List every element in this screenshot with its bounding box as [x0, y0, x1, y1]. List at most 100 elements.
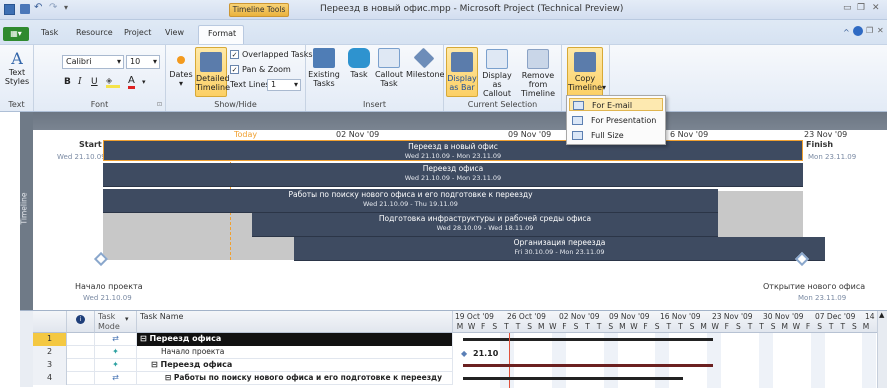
- group-text-label: Text: [8, 100, 25, 109]
- gantt-summary-bar[interactable]: [463, 338, 713, 341]
- task-label: Task: [350, 70, 368, 79]
- task-name-cell[interactable]: ⊟ Переезд офиса: [137, 333, 453, 346]
- timeline-bar-name: Работы по поиску нового офиса и его подг…: [288, 190, 533, 199]
- timeline-bar[interactable]: Работы по поиску нового офиса и его подг…: [103, 189, 718, 213]
- weekend-shade: [707, 333, 721, 388]
- group-font-label: Font: [90, 100, 109, 109]
- text-styles-button[interactable]: A Text Styles: [2, 50, 32, 87]
- timeline-bar[interactable]: Организация переезда Fri 30.10.09 - Mon …: [294, 237, 825, 261]
- tab-resource[interactable]: Resource: [76, 28, 113, 37]
- gantt-day-label: F: [643, 322, 648, 331]
- task-name-cell[interactable]: ⊟ Работы по поиску нового офиса и его по…: [137, 372, 453, 385]
- insert-task-button[interactable]: Task: [346, 48, 372, 79]
- gantt-day-label: F: [724, 322, 729, 331]
- help-icon[interactable]: [853, 26, 863, 36]
- menu-item-for-email[interactable]: For E-mail: [569, 98, 663, 111]
- tick-label: 09 Nov '09: [508, 130, 552, 139]
- existing-tasks-button[interactable]: Existing Tasks: [308, 48, 340, 88]
- timeline-bar[interactable]: Переезд в новый офис Wed 21.10.09 - Mon …: [103, 140, 803, 161]
- timeline-bar[interactable]: Подготовка инфраструктуры и рабочей сред…: [252, 213, 718, 237]
- redo-icon[interactable]: ↷: [49, 2, 57, 13]
- copy-icon: [574, 52, 596, 72]
- copy-timeline-button[interactable]: Copy Timeline▾: [567, 47, 606, 97]
- gantt-day-label: S: [654, 322, 660, 331]
- column-task-name[interactable]: Task Name: [137, 311, 453, 333]
- highlight-color-button[interactable]: ◈: [106, 76, 120, 88]
- pan-zoom-checkbox[interactable]: ✓ Pan & Zoom: [230, 65, 291, 74]
- font-name-select[interactable]: Calibri ▾: [62, 55, 124, 69]
- font-size-select[interactable]: 10 ▾: [126, 55, 160, 69]
- table-row[interactable]: 3 ✦ ⊟ Переезд офиса: [33, 359, 453, 372]
- tab-project[interactable]: Project: [124, 28, 151, 37]
- dialog-launcher-icon[interactable]: ⊡: [157, 101, 162, 108]
- row-number: 3: [33, 359, 67, 372]
- file-tab[interactable]: ▦▾: [3, 27, 29, 41]
- timeline-bar[interactable]: Переезд офиса Wed 21.10.09 - Mon 23.11.0…: [103, 163, 803, 187]
- italic-button[interactable]: I: [78, 77, 82, 87]
- insert-callout-button[interactable]: Callout Task: [374, 48, 404, 88]
- gantt-summary-bar[interactable]: [463, 364, 713, 367]
- detailed-timeline-button[interactable]: Detailed Timeline: [195, 47, 230, 97]
- save-icon[interactable]: [20, 4, 30, 14]
- column-task-mode[interactable]: Task Mode ▾: [95, 311, 137, 333]
- gantt-day-label: T: [596, 322, 602, 331]
- indicator-cell: [67, 346, 95, 359]
- remove-from-timeline-button[interactable]: Remove from Timeline: [516, 49, 560, 98]
- chevron-down-icon: ▾: [293, 80, 298, 89]
- doc-close-icon[interactable]: ✕: [877, 26, 884, 35]
- collapse-icon: ⊟: [140, 334, 150, 343]
- milestone-label: Milestone: [406, 70, 445, 79]
- text-lines-select[interactable]: 1 ▾: [267, 79, 301, 91]
- collapse-ribbon-icon[interactable]: ^: [843, 28, 850, 37]
- table-row[interactable]: 2 ✦ Начало проекта: [33, 346, 453, 359]
- tab-view[interactable]: View: [165, 28, 184, 37]
- display-as-bar-button[interactable]: Display as Bar: [446, 47, 478, 97]
- undo-icon[interactable]: ↶: [34, 2, 42, 13]
- table-row[interactable]: 1 ⇄ ⊟ Переезд офиса: [33, 333, 453, 346]
- task-name-cell[interactable]: ⊟ Переезд офиса: [137, 359, 453, 372]
- column-indicators[interactable]: i: [67, 311, 95, 333]
- task-name-cell[interactable]: Начало проекта: [137, 346, 453, 359]
- tab-format[interactable]: Format: [198, 25, 244, 44]
- row-number: 1: [33, 333, 67, 346]
- scroll-up-icon[interactable]: ▲: [879, 311, 884, 319]
- underline-button[interactable]: U: [91, 77, 98, 87]
- close-icon[interactable]: ✕: [872, 3, 880, 13]
- qat-customize-icon[interactable]: ▾: [64, 3, 68, 12]
- gantt-milestone-label: 21.10: [473, 349, 499, 358]
- font-color-button[interactable]: A: [128, 75, 135, 89]
- chevron-down-icon[interactable]: ▾: [142, 78, 146, 86]
- app-icon[interactable]: [4, 4, 15, 15]
- bold-button[interactable]: B: [64, 77, 71, 87]
- callout-label-1: Callout: [374, 70, 404, 79]
- milestone-date: Mon 23.11.09: [798, 294, 847, 302]
- insert-milestone-button[interactable]: Milestone: [406, 47, 445, 79]
- menu-item-for-presentation[interactable]: For Presentation: [569, 114, 663, 127]
- gantt-summary-bar[interactable]: [463, 377, 683, 380]
- timeline-view[interactable]: Today 02 Nov '09 09 Nov '09 6 Nov '09 23…: [33, 112, 887, 310]
- gantt-milestone-icon[interactable]: ◆: [461, 349, 467, 358]
- select-all-corner[interactable]: [33, 311, 67, 333]
- collapse-icon: ⊟: [151, 360, 161, 369]
- text-styles-label-1: Text: [8, 68, 26, 77]
- menu-item-full-size[interactable]: Full Size: [569, 129, 663, 142]
- vertical-scrollbar[interactable]: ▲: [877, 311, 887, 388]
- doc-restore-icon[interactable]: ❐: [866, 26, 873, 35]
- display-as-callout-button[interactable]: Display as Callout: [480, 49, 514, 98]
- display-bar-label-2: as Bar: [449, 83, 475, 92]
- gantt-day-label: S: [770, 322, 776, 331]
- dates-label: Dates: [169, 70, 193, 79]
- table-row[interactable]: 4 ⇄ ⊟ Работы по поиску нового офиса и ег…: [33, 372, 453, 385]
- copy-label-2-wrap: Timeline▾: [568, 83, 606, 92]
- timeline-finish-date: Mon 23.11.09: [808, 153, 857, 161]
- text-lines-label: Text Lines:: [230, 80, 273, 89]
- tab-task[interactable]: Task: [41, 28, 58, 37]
- gantt-day-label: T: [515, 322, 521, 331]
- gantt-day-label: M: [862, 322, 870, 331]
- minimize-icon[interactable]: ▭: [843, 3, 852, 13]
- display-callout-icon: [486, 49, 508, 69]
- restore-icon[interactable]: ❐: [857, 3, 865, 13]
- column-task-mode-label-1: Task: [98, 312, 116, 321]
- dates-button[interactable]: Dates ▾: [168, 50, 194, 88]
- overlapped-tasks-checkbox[interactable]: ✓ Overlapped Tasks: [230, 50, 313, 59]
